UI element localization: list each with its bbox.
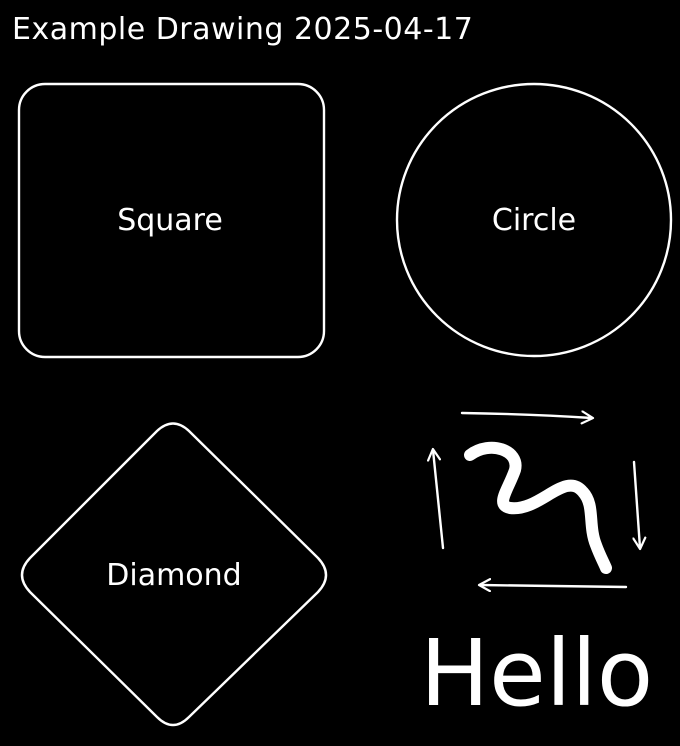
arrow-left-icon [480, 585, 628, 587]
arrow-down-icon [634, 460, 640, 548]
circle-label: Circle [492, 203, 576, 238]
square-shape[interactable]: Square [17, 82, 326, 359]
freehand-squiggle-icon[interactable] [464, 441, 612, 574]
diamond-shape[interactable]: Diamond [20, 422, 328, 727]
arrow-right-icon [460, 413, 592, 418]
drawing-canvas[interactable]: Example Drawing 2025-04-17 Square Circle… [0, 0, 680, 746]
diamond-label: Diamond [106, 558, 241, 593]
hello-text[interactable]: Hello [420, 620, 653, 727]
arrow-up-icon [433, 450, 445, 550]
drawing-svg: Square Circle Diamond Hello [17, 82, 673, 727]
circle-shape[interactable]: Circle [395, 82, 673, 358]
square-label: Square [117, 203, 223, 238]
